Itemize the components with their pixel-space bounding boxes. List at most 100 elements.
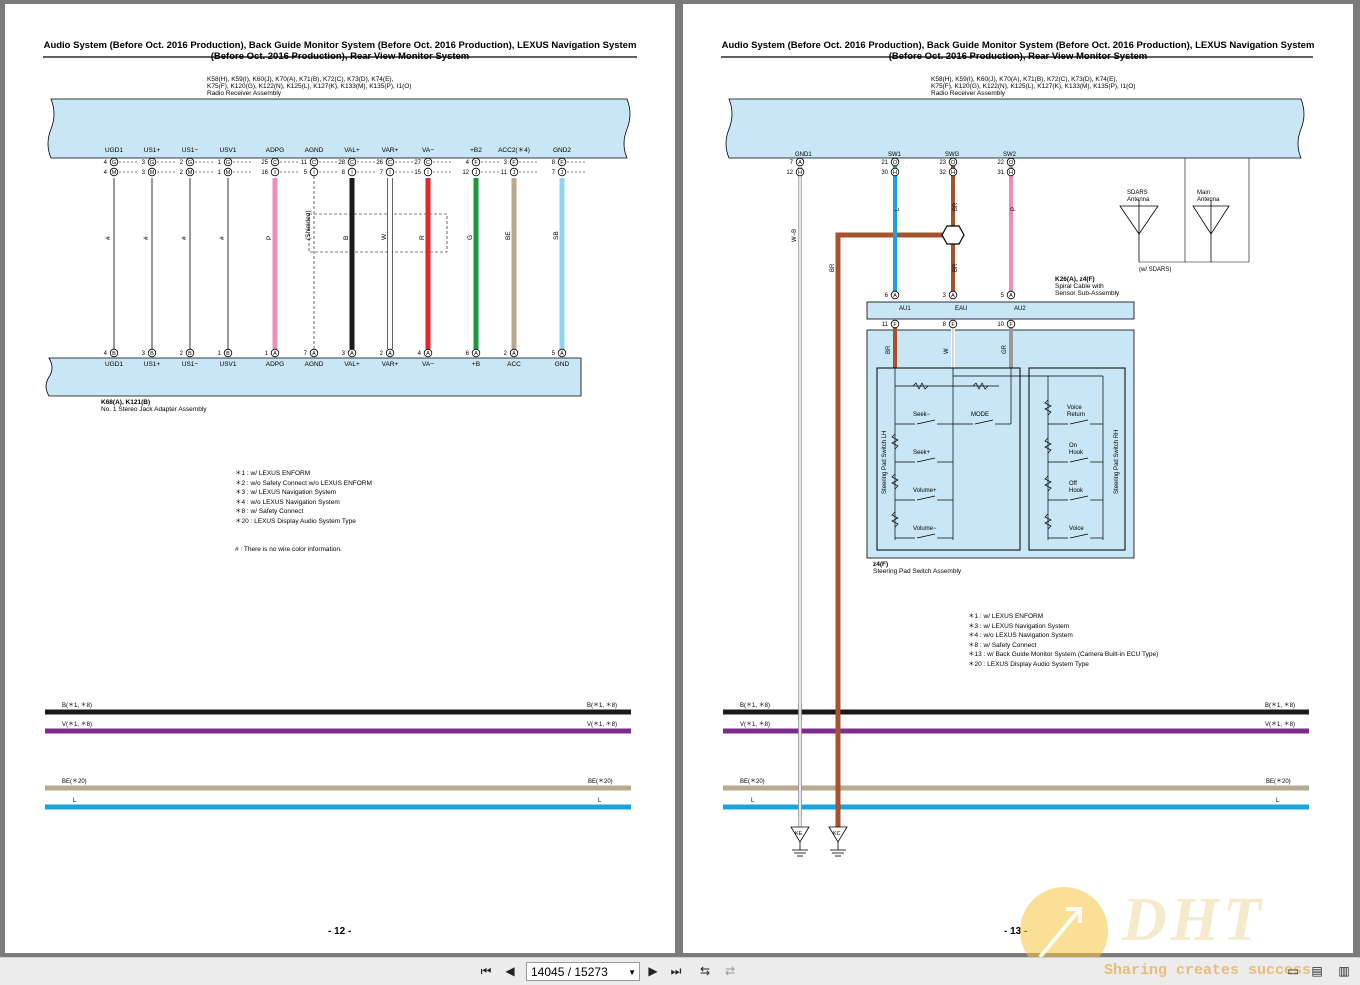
ground-kc: KC	[833, 831, 841, 837]
svg-text:4: 4	[104, 170, 108, 176]
note-item: ＊3 : w/ LEXUS Navigation System	[235, 489, 337, 497]
switch-seek-plus: Seek+	[913, 450, 931, 456]
svg-text:C: C	[312, 160, 316, 166]
svg-text:B: B	[188, 351, 192, 357]
svg-text:A: A	[798, 160, 802, 166]
svg-text:31: 31	[997, 170, 1004, 176]
note-item: ＊2 : w/o Safety Connect w/o LEXUS ENFORM	[235, 479, 372, 487]
pin-label-bottom: +B	[472, 361, 480, 368]
svg-text:3: 3	[142, 160, 146, 166]
back-view-button[interactable]: ⇆	[697, 963, 713, 980]
svg-text:M: M	[188, 170, 193, 176]
first-page-icon: ⏮	[480, 964, 492, 978]
ground-ke: KE	[795, 831, 803, 837]
lower-connector-ids: K68(A), K121(B)	[101, 399, 151, 406]
pin-label-top: +B2	[470, 147, 482, 154]
svg-text:B(＊1, ＊8): B(＊1, ＊8)	[740, 702, 770, 709]
svg-text:27: 27	[414, 160, 421, 166]
svg-text:2: 2	[380, 351, 384, 357]
svg-text:M: M	[226, 170, 231, 176]
svg-text:4: 4	[104, 160, 108, 166]
wire-color-label: (Shielded)	[305, 210, 312, 240]
svg-text:1: 1	[218, 170, 222, 176]
forward-view-button[interactable]: ⇄	[722, 963, 738, 980]
pin-label-top: ADPG	[266, 147, 284, 154]
switch-voice-return: Voice	[1067, 405, 1082, 411]
svg-text:A: A	[474, 351, 478, 357]
single-page-view-button[interactable]: ▭	[1286, 963, 1300, 980]
pin-label-bottom: ACC	[507, 361, 521, 368]
wire-color-label: SB	[553, 231, 560, 240]
svg-text:Antenna: Antenna	[1197, 197, 1220, 203]
svg-text:11: 11	[301, 160, 308, 166]
right-page: Audio System (Before Oct. 2016 Productio…	[683, 4, 1353, 953]
pin-label-top: US1−	[182, 147, 199, 154]
first-page-button[interactable]: ⏮	[478, 963, 494, 980]
page-indicator-select[interactable]: 14045 / 15273 ▼	[526, 962, 640, 981]
facing-view-button[interactable]: ▥	[1336, 963, 1352, 980]
svg-text:A: A	[388, 351, 392, 357]
svg-text:23: 23	[939, 160, 946, 166]
svg-text:2: 2	[504, 351, 508, 357]
svg-text:B: B	[112, 351, 116, 357]
svg-text:1: 1	[218, 351, 222, 357]
svg-text:B(＊1, ＊8): B(＊1, ＊8)	[1265, 702, 1295, 709]
svg-text:H: H	[951, 170, 955, 176]
chevron-down-icon: ▼	[628, 968, 636, 977]
note-item: ＊1 : w/ LEXUS ENFORM	[235, 470, 311, 477]
svg-text:7: 7	[304, 351, 308, 357]
svg-text:Antenna: Antenna	[1127, 197, 1150, 203]
svg-text:6: 6	[885, 293, 889, 299]
svg-text:BR: BR	[953, 202, 959, 211]
svg-text:G: G	[226, 160, 230, 166]
spiral-name1: Spiral Cable with	[1055, 283, 1104, 290]
switch-off-hook: Off	[1069, 481, 1077, 487]
wire-color-label: W	[381, 233, 388, 240]
svg-text:21: 21	[881, 160, 888, 166]
svg-text:L: L	[1276, 798, 1280, 804]
svg-text:2: 2	[180, 351, 184, 357]
pin-gnd1: GND1	[795, 152, 812, 158]
svg-text:A: A	[951, 293, 955, 299]
svg-text:W−B: W−B	[792, 229, 798, 242]
next-page-button[interactable]: ▶	[646, 963, 660, 980]
radio-receiver-box	[47, 98, 631, 159]
left-page: Audio System (Before Oct. 2016 Productio…	[5, 4, 675, 953]
wire-color-label: #	[105, 236, 112, 240]
svg-text:BE(＊20): BE(＊20)	[588, 778, 613, 785]
pin-swg: SWG	[945, 152, 960, 158]
svg-text:1: 1	[218, 160, 222, 166]
svg-text:B: B	[226, 351, 230, 357]
svg-text:GR: GR	[1002, 344, 1008, 354]
bus-label-be: BE(＊20)	[62, 778, 87, 785]
svg-text:5: 5	[552, 351, 556, 357]
note-item: ＊3 : w/ LEXUS Navigation System	[968, 622, 1070, 630]
pin-label-top: VAL+	[344, 147, 360, 154]
next-page-icon: ▶	[648, 964, 658, 978]
svg-text:32: 32	[939, 170, 946, 176]
pin-sw1: SW1	[888, 152, 902, 158]
pin-label-top: USV1	[220, 147, 237, 154]
pin-label-top: VA−	[422, 147, 434, 154]
pin-label-bottom: UGD1	[105, 361, 123, 368]
svg-text:12: 12	[462, 170, 469, 176]
svg-text:A: A	[893, 293, 897, 299]
svg-text:G: G	[112, 160, 116, 166]
wire-color-label: #	[143, 236, 150, 240]
continuous-page-icon: ▤	[1311, 964, 1323, 978]
continuous-view-button[interactable]: ▤	[1310, 963, 1324, 980]
svg-text:4: 4	[418, 351, 422, 357]
svg-text:BR: BR	[953, 263, 959, 272]
note-item: ＊13 : w/ Back Guide Monitor System (Came…	[968, 651, 1159, 659]
svg-text:V(＊1, ＊8): V(＊1, ＊8)	[740, 721, 770, 728]
svg-text:AU1: AU1	[899, 306, 911, 312]
pin-label-bottom: VAL+	[344, 361, 360, 368]
switch-voice: Voice	[1069, 526, 1084, 532]
notes-list: ＊1 : w/ LEXUS ENFORM ＊2 : w/o Safety Conn…	[235, 469, 372, 527]
prev-page-button[interactable]: ◀	[503, 963, 517, 980]
last-page-button[interactable]: ⏭	[668, 963, 684, 980]
svg-text:B: B	[150, 351, 154, 357]
svg-text:11: 11	[501, 170, 508, 176]
svg-text:12: 12	[786, 170, 793, 176]
footnote: # : There is no wire color information.	[235, 546, 342, 553]
